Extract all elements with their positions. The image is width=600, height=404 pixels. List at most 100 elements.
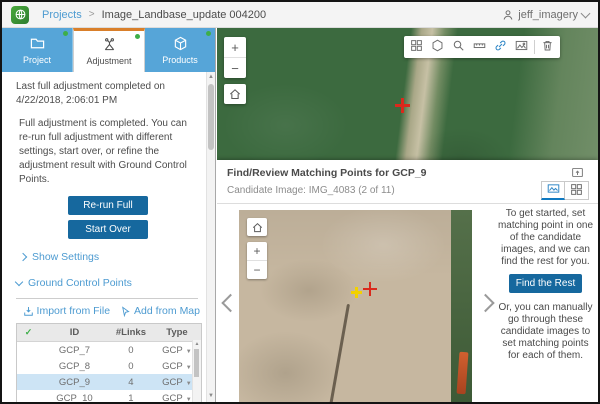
- find-the-rest-button[interactable]: Find the Rest: [509, 274, 582, 293]
- dropdown-arrow-icon[interactable]: ▼: [186, 349, 192, 355]
- delete-tool-button[interactable]: [537, 37, 558, 57]
- gcp-links-cell[interactable]: 0: [109, 342, 153, 359]
- gcp-id-cell[interactable]: GCP_8: [40, 358, 109, 374]
- row-select-cell[interactable]: [17, 358, 40, 374]
- tab-products[interactable]: Products: [145, 28, 215, 72]
- show-settings-toggle[interactable]: Show Settings: [20, 251, 200, 263]
- user-menu[interactable]: jeff_imagery: [502, 9, 589, 21]
- app-window: Projects > Image_Landbase_update 004200 …: [0, 0, 600, 404]
- chevron-right-icon: [19, 253, 27, 261]
- project-title: Image_Landbase_update 004200: [102, 9, 267, 21]
- next-image-button[interactable]: [475, 293, 496, 314]
- import-from-file-link[interactable]: Import from File: [23, 305, 111, 317]
- zoom-out-button[interactable]: −: [247, 260, 267, 279]
- row-select-cell[interactable]: [17, 374, 40, 390]
- select-all-check-icon[interactable]: ✓: [17, 324, 40, 342]
- column-header-id[interactable]: ID: [40, 324, 109, 342]
- dropdown-arrow-icon[interactable]: ▼: [186, 381, 192, 387]
- gcp-table: ✓ ID #Links Type GCP_70GCP▼GCP_80GCP▼GCP…: [16, 323, 202, 402]
- gcp-table-row[interactable]: GCP_80GCP▼: [17, 358, 201, 374]
- map-toolbar: [404, 36, 560, 58]
- scroll-up-icon[interactable]: ▲: [207, 73, 215, 82]
- user-name: jeff_imagery: [518, 9, 578, 21]
- scroll-down-icon[interactable]: ▼: [207, 392, 215, 401]
- measure-tool-button[interactable]: [469, 37, 490, 57]
- candidate-image-canvas[interactable]: + −: [239, 210, 472, 402]
- image-display-icon: [515, 39, 528, 55]
- start-over-button[interactable]: Start Over: [68, 220, 148, 239]
- table-scrollbar[interactable]: ▲ ▼: [192, 340, 201, 402]
- basemap-icon: [431, 39, 444, 55]
- import-icon: [23, 306, 34, 317]
- gcp-links-cell[interactable]: 0: [109, 358, 153, 374]
- link-tool-button[interactable]: [490, 37, 511, 57]
- gcp-table-row[interactable]: GCP_94GCP▼: [17, 374, 201, 390]
- dropdown-arrow-icon[interactable]: ▼: [186, 397, 192, 403]
- gcp-section-toggle[interactable]: Ground Control Points: [16, 277, 200, 289]
- candidate-image-label: Candidate Image: IMG_4083 (2 of 11): [227, 185, 395, 196]
- tab-label: Adjustment: [86, 56, 131, 66]
- cursor-icon: [120, 306, 131, 317]
- status-dot-icon: [135, 34, 140, 39]
- instruction-primary-text: To get started, set matching point in on…: [497, 208, 594, 268]
- globe-icon: [14, 8, 27, 21]
- gcp-links-cell[interactable]: 4: [109, 374, 153, 390]
- basemap-tool-button[interactable]: [427, 37, 448, 57]
- adjustment-description: Full adjustment is completed. You can re…: [16, 117, 200, 187]
- last-run-status-text: Last full adjustment completed on 4/22/2…: [16, 80, 200, 108]
- instruction-secondary-text: Or, you can manually go through these ca…: [497, 302, 594, 362]
- chevron-left-icon: [221, 294, 239, 312]
- gcp-id-cell[interactable]: GCP_10: [40, 390, 109, 402]
- map-canvas[interactable]: + − Find/Review Matching Points for GCP_…: [217, 28, 598, 402]
- tab-adjustment[interactable]: Adjustment: [73, 28, 145, 72]
- panel-scrollbar[interactable]: ▲ ▼: [206, 72, 215, 402]
- zoom-in-button[interactable]: +: [224, 37, 246, 57]
- zoom-out-button[interactable]: −: [224, 57, 246, 78]
- gcp-id-cell[interactable]: GCP_9: [40, 374, 109, 390]
- gcp-table-row[interactable]: GCP_101GCP▼: [17, 390, 201, 402]
- search-tool-button[interactable]: [448, 37, 469, 57]
- pole-shadow: [324, 304, 350, 402]
- search-icon: [452, 39, 465, 55]
- left-panel: Project Adjustment Products Last full adju…: [2, 28, 216, 402]
- scrollbar-thumb[interactable]: [208, 84, 214, 150]
- image-home-button[interactable]: [247, 218, 267, 236]
- gcp-red-cross: [363, 282, 377, 296]
- tab-project[interactable]: Project: [2, 28, 73, 72]
- gcp-table-row[interactable]: GCP_70GCP▼: [17, 342, 201, 359]
- breadcrumb-separator: >: [89, 9, 95, 20]
- dropdown-arrow-icon[interactable]: ▼: [186, 365, 192, 371]
- link-icon: [494, 39, 507, 55]
- single-image-view-button[interactable]: [541, 181, 565, 200]
- image-zoom-control: + −: [247, 242, 267, 279]
- column-header-links[interactable]: #Links: [109, 324, 153, 342]
- map-zoom-control: + −: [224, 37, 246, 78]
- column-header-type[interactable]: Type: [153, 324, 201, 342]
- gcp-links-cell[interactable]: 1: [109, 390, 153, 402]
- home-icon: [229, 88, 241, 100]
- image-display-tool-button[interactable]: [511, 37, 532, 57]
- add-from-map-link[interactable]: Add from Map: [120, 305, 200, 317]
- breadcrumb-projects-link[interactable]: Projects: [42, 9, 82, 21]
- gcp-id-cell[interactable]: GCP_7: [40, 342, 109, 359]
- grid-view-button[interactable]: [565, 181, 589, 200]
- image-collection-tool-button[interactable]: [406, 37, 427, 57]
- panel-tabs: Project Adjustment Products: [2, 28, 215, 72]
- gcp-marker-red-cross: [395, 98, 410, 113]
- zoom-in-button[interactable]: +: [247, 242, 267, 260]
- gcp-actions-row: Import from File Add from Map: [16, 305, 200, 317]
- row-select-cell[interactable]: [17, 342, 40, 359]
- orange-marker-cone: [457, 352, 469, 395]
- row-select-cell[interactable]: [17, 390, 40, 402]
- tab-label: Products: [162, 55, 198, 65]
- matching-panel-title: Find/Review Matching Points for GCP_9: [227, 167, 427, 179]
- expand-panel-button[interactable]: [571, 166, 585, 179]
- home-extent-button[interactable]: [224, 84, 246, 104]
- scrollbar-thumb[interactable]: [194, 349, 199, 377]
- esri-logo[interactable]: [11, 6, 29, 24]
- scroll-up-icon[interactable]: ▲: [193, 340, 201, 348]
- measure-icon: [473, 39, 486, 55]
- matching-panel-content: + − To get started, set matching point i…: [217, 204, 598, 402]
- rerun-full-button[interactable]: Re-run Full: [68, 196, 148, 215]
- previous-image-button[interactable]: [220, 293, 241, 314]
